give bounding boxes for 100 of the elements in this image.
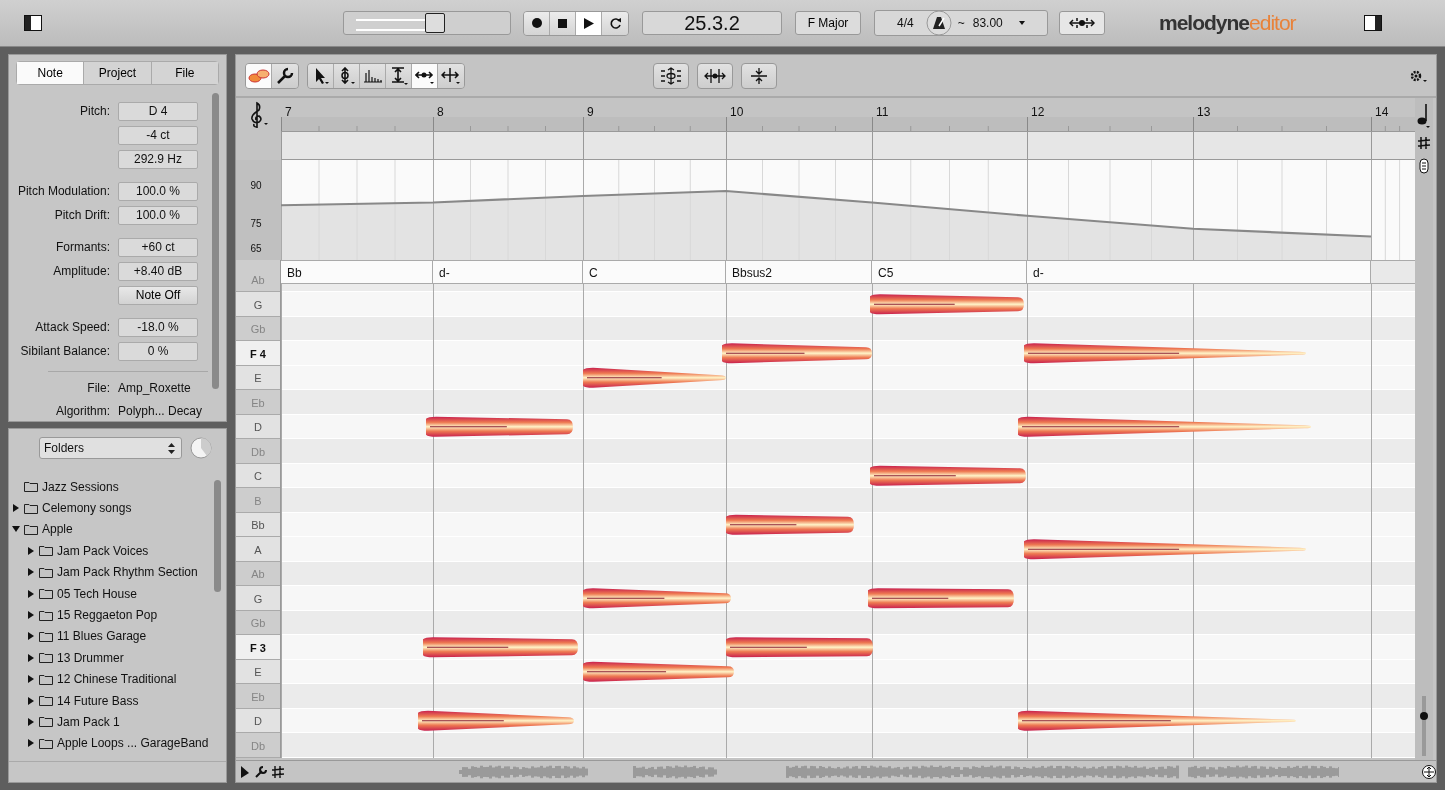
scrollbar[interactable]: [212, 93, 219, 389]
piano-key-label[interactable]: Bb: [236, 512, 280, 537]
piano-key-label[interactable]: C: [236, 463, 280, 488]
folder-name[interactable]: 05 Tech House: [57, 586, 137, 601]
stop-button[interactable]: [550, 11, 576, 35]
chord-icon[interactable]: [1419, 158, 1429, 174]
folder-name[interactable]: Apple: [42, 522, 73, 537]
value-field[interactable]: -4 ct: [118, 125, 198, 145]
compress-button[interactable]: [741, 62, 777, 89]
piano-key-label[interactable]: D: [236, 708, 280, 733]
note-blob[interactable]: [426, 416, 573, 437]
settings-icon[interactable]: [1410, 68, 1428, 83]
time-tool[interactable]: [412, 63, 438, 88]
inspector-tab[interactable]: Project: [84, 62, 152, 84]
value-field[interactable]: D 4: [118, 101, 198, 121]
chord-label[interactable]: d-: [1027, 261, 1371, 283]
collapsed-triangle-icon[interactable]: [27, 718, 35, 726]
note-blob[interactable]: [868, 588, 1014, 609]
amplitude-tool[interactable]: [386, 63, 412, 88]
note-blob[interactable]: [1018, 416, 1311, 437]
collapsed-triangle-icon[interactable]: [27, 675, 35, 684]
folder-name[interactable]: Celemony songs: [42, 501, 132, 516]
collapsed-triangle-icon[interactable]: [27, 546, 35, 555]
note-blob[interactable]: [1018, 710, 1296, 731]
tempo-line[interactable]: [281, 189, 1372, 238]
note-blob[interactable]: [726, 637, 873, 658]
wrench-icon[interactable]: [255, 765, 267, 778]
inspector-tab[interactable]: Note: [17, 62, 85, 84]
slider-thumb[interactable]: [1420, 711, 1428, 720]
collapsed-triangle-icon[interactable]: [27, 739, 35, 748]
folder-name[interactable]: Jam Pack Voices: [57, 543, 149, 558]
value-field[interactable]: -18.0 %: [118, 317, 198, 337]
piano-key-label[interactable]: E: [236, 659, 280, 684]
piano-key-label[interactable]: F 3: [236, 635, 280, 660]
folder-name[interactable]: 14 Future Bass: [57, 693, 139, 708]
value-field[interactable]: 100.0 %: [118, 205, 198, 225]
value-field[interactable]: 0 %: [118, 341, 198, 361]
pointer-icon[interactable]: [240, 765, 250, 778]
collapsed-triangle-icon[interactable]: [27, 568, 35, 577]
slider-handle[interactable]: [425, 13, 446, 33]
play-button[interactable]: [576, 11, 602, 35]
inspector-tab[interactable]: File: [151, 62, 218, 84]
chord-label[interactable]: Bb: [281, 261, 433, 283]
piano-key-label[interactable]: G: [236, 586, 280, 611]
value-field[interactable]: +60 ct: [118, 237, 198, 257]
sharp-icon[interactable]: [1417, 136, 1431, 150]
piano-key-label[interactable]: A: [236, 537, 280, 562]
note-blob[interactable]: [418, 710, 574, 731]
value-field[interactable]: +8.40 dB: [118, 261, 198, 281]
piano-key-label[interactable]: E: [236, 365, 280, 390]
note-blob[interactable]: [870, 465, 1026, 486]
collapsed-triangle-icon[interactable]: [27, 696, 35, 705]
sharp-icon[interactable]: [272, 765, 284, 778]
collapsed-triangle-icon[interactable]: [27, 632, 35, 641]
note-blob[interactable]: [423, 637, 578, 658]
zoom-slider[interactable]: [1422, 696, 1426, 756]
sidebar-toggle-icon[interactable]: [24, 15, 42, 31]
key-button[interactable]: F Major: [795, 11, 861, 35]
tempo-detect-button[interactable]: [1059, 11, 1105, 35]
value-field[interactable]: 292.9 Hz: [118, 149, 198, 169]
note-blob[interactable]: [1024, 539, 1306, 560]
fit-view-icon[interactable]: [1422, 764, 1436, 779]
collapsed-triangle-icon[interactable]: [27, 589, 35, 598]
note-blob[interactable]: [1024, 343, 1306, 364]
note-off-button[interactable]: Note Off: [118, 285, 198, 305]
record-button[interactable]: [524, 11, 550, 35]
move-tool[interactable]: [438, 63, 464, 88]
note-edit-tool[interactable]: [246, 63, 272, 88]
expanded-triangle-icon[interactable]: [12, 525, 20, 534]
tempo-value[interactable]: 83.00: [972, 16, 1003, 30]
chord-label[interactable]: C5: [872, 261, 1027, 283]
folder-name[interactable]: Jam Pack 1: [57, 715, 120, 729]
wrench-tool[interactable]: [272, 63, 298, 88]
loop-button[interactable]: [602, 11, 628, 35]
folder-name[interactable]: 11 Blues Garage: [57, 629, 147, 644]
folder-name[interactable]: 13 Drummer: [57, 650, 124, 665]
pointer-tool[interactable]: [308, 63, 334, 88]
folder-name[interactable]: 15 Reggaeton Pop: [57, 608, 158, 623]
piano-key-label[interactable]: D: [236, 414, 280, 439]
note-value-icon[interactable]: [1417, 102, 1431, 128]
panel-toggle-icon[interactable]: [1363, 15, 1382, 31]
time-signature[interactable]: 4/4: [897, 16, 914, 30]
note-blob[interactable]: [870, 294, 1024, 315]
value-field[interactable]: 100.0 %: [118, 181, 198, 201]
folder-name[interactable]: Jazz Sessions: [42, 479, 119, 494]
metronome-icon[interactable]: [925, 10, 952, 36]
chord-label[interactable]: Bbsus2: [726, 261, 872, 283]
scrollbar[interactable]: [214, 480, 221, 592]
quantize-time-button[interactable]: [697, 62, 733, 89]
note-blob[interactable]: [726, 514, 854, 535]
chord-label[interactable]: C: [583, 261, 726, 283]
collapsed-triangle-icon[interactable]: [12, 504, 20, 513]
note-blob[interactable]: [583, 588, 731, 609]
piano-key-label[interactable]: F 4: [236, 341, 280, 366]
chord-label[interactable]: d-: [433, 261, 583, 283]
folder-name[interactable]: Apple Loops ... GarageBand: [57, 736, 209, 751]
collapsed-triangle-icon[interactable]: [27, 653, 35, 662]
quantize-pitch-button[interactable]: [653, 62, 689, 89]
dropdown-caret-icon[interactable]: [1018, 21, 1025, 25]
pitch-tool[interactable]: [334, 63, 360, 88]
